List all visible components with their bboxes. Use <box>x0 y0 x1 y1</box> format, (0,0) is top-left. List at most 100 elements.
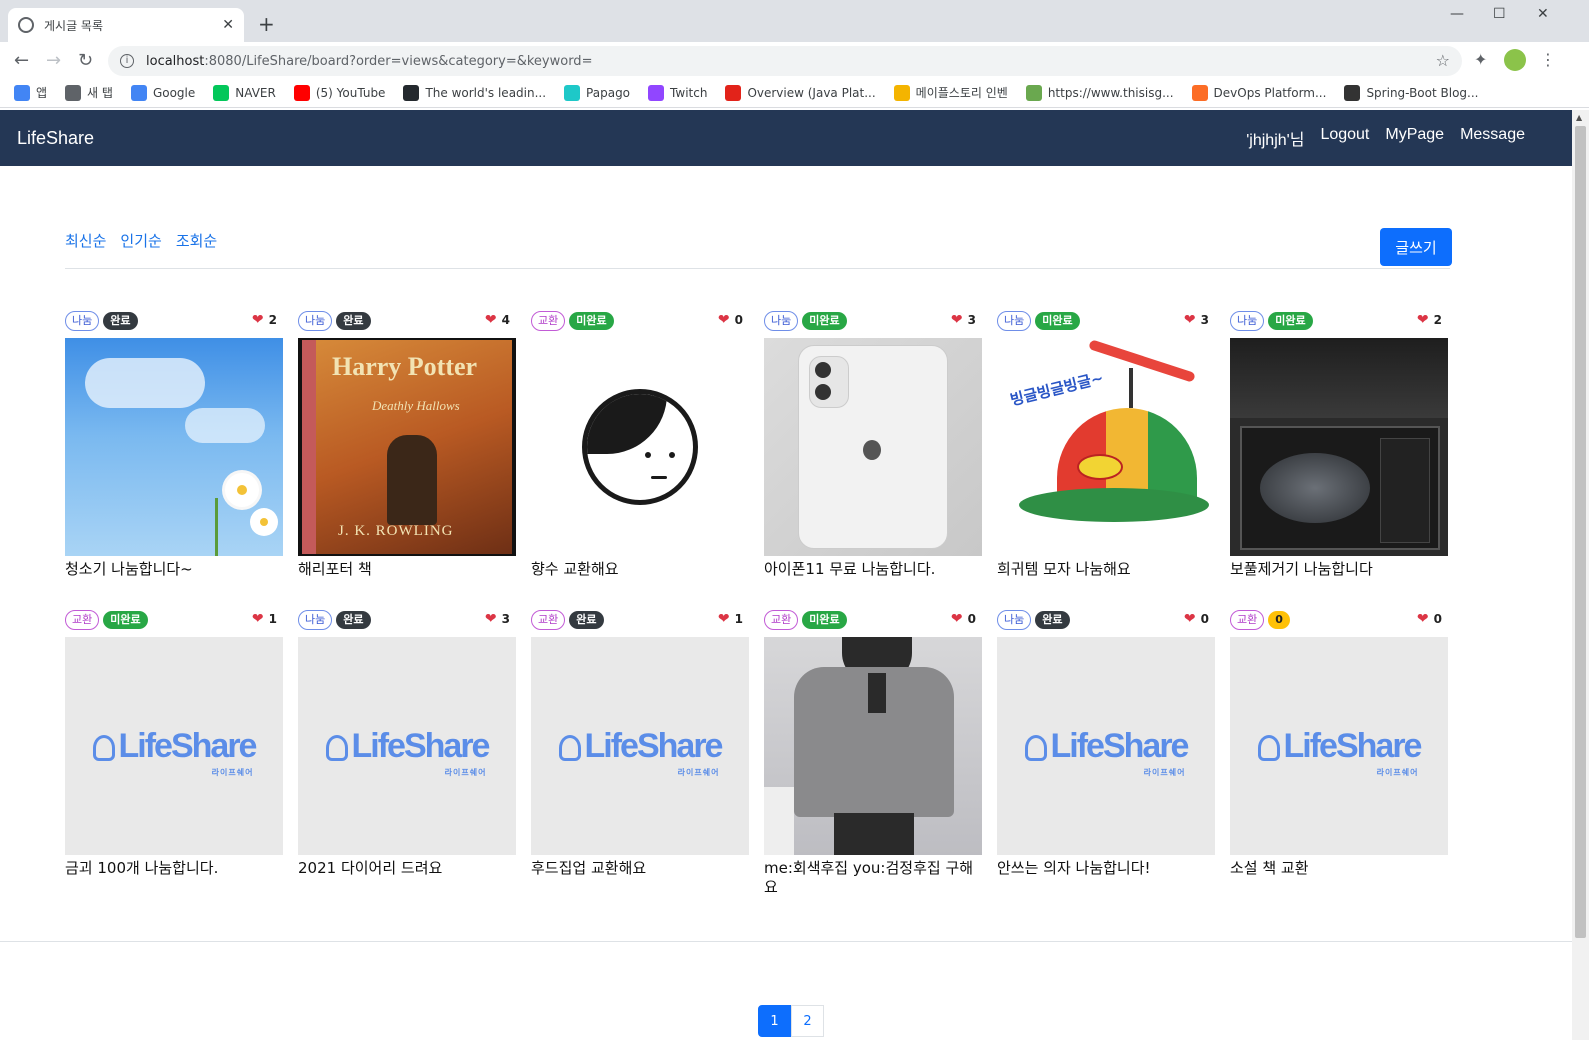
post-title[interactable]: 소설 책 교환 <box>1230 859 1448 878</box>
reload-icon[interactable]: ↻ <box>78 50 93 71</box>
scrollbar-thumb[interactable] <box>1575 126 1586 938</box>
post-card[interactable]: 교환 미완료 ❤ 0 me:회색후집 you:검정후집 구해요 <box>764 609 982 897</box>
post-thumbnail[interactable]: Harry Potter Deathly Hallows J. K. ROWLING <box>298 338 516 556</box>
sort-views-link[interactable]: 조회순 <box>176 230 217 251</box>
like-count[interactable]: ❤ 3 <box>1184 312 1209 328</box>
like-count[interactable]: ❤ 0 <box>951 611 976 627</box>
like-count[interactable]: ❤ 2 <box>1417 312 1442 328</box>
bookmark-item[interactable]: Overview (Java Plat... <box>725 84 876 101</box>
like-count[interactable]: ❤ 3 <box>485 611 510 627</box>
close-window-icon[interactable]: ✕ <box>1537 6 1549 22</box>
post-card[interactable]: 나눔 완료 ❤ 2 청소기 나눔합니다~ <box>65 310 283 579</box>
post-thumbnail[interactable]: LifeShare 라이프쉐어 <box>298 637 516 855</box>
post-thumbnail[interactable] <box>1230 338 1448 556</box>
post-title[interactable]: me:회색후집 you:검정후집 구해요 <box>764 859 982 897</box>
post-title[interactable]: 향수 교환해요 <box>531 560 749 579</box>
post-thumbnail[interactable]: LifeShare 라이프쉐어 <box>65 637 283 855</box>
site-brand[interactable]: LifeShare <box>17 128 94 149</box>
logout-link[interactable]: Logout <box>1320 126 1369 150</box>
maximize-icon[interactable]: ☐ <box>1493 6 1506 22</box>
post-thumbnail[interactable] <box>764 338 982 556</box>
heart-icon[interactable]: ❤ <box>1417 312 1429 328</box>
heart-icon[interactable]: ❤ <box>718 611 730 627</box>
post-thumbnail[interactable] <box>531 338 749 556</box>
post-title[interactable]: 금괴 100개 나눔합니다. <box>65 859 283 878</box>
post-thumbnail[interactable]: LifeShare 라이프쉐어 <box>1230 637 1448 855</box>
post-card[interactable]: 나눔 완료 ❤ 3 LifeShare 라이프쉐어 2021 다이어리 드려요 <box>298 609 516 878</box>
like-count[interactable]: ❤ 0 <box>718 312 743 328</box>
bookmark-item[interactable]: DevOps Platform... <box>1191 84 1326 101</box>
like-count[interactable]: ❤ 0 <box>1184 611 1209 627</box>
forward-icon[interactable]: → <box>46 50 61 71</box>
bookmark-item[interactable]: Spring-Boot Blog... <box>1344 84 1478 101</box>
bookmark-item[interactable]: 앱 <box>14 84 47 101</box>
post-thumbnail[interactable]: LifeShare 라이프쉐어 <box>997 637 1215 855</box>
heart-icon[interactable]: ❤ <box>951 611 963 627</box>
heart-icon[interactable]: ❤ <box>485 312 497 328</box>
like-count[interactable]: ❤ 0 <box>1417 611 1442 627</box>
address-bar[interactable]: i localhost:8080/LifeShare/board?order=v… <box>108 46 1462 76</box>
bookmark-item[interactable]: (5) YouTube <box>293 84 385 101</box>
post-thumbnail[interactable]: 빙글빙글빙글~ <box>997 338 1215 556</box>
write-post-button[interactable]: 글쓰기 <box>1380 228 1452 266</box>
message-link[interactable]: Message <box>1460 126 1525 150</box>
scroll-up-icon[interactable]: ▲ <box>1576 113 1582 122</box>
post-title[interactable]: 2021 다이어리 드려요 <box>298 859 516 878</box>
like-count[interactable]: ❤ 3 <box>951 312 976 328</box>
minimize-icon[interactable]: — <box>1450 6 1464 22</box>
post-card[interactable]: 교환 미완료 ❤ 0 향수 교환해요 <box>531 310 749 579</box>
post-card[interactable]: 나눔 미완료 ❤ 2 보풀제거기 나눔합니다 <box>1230 310 1448 579</box>
post-thumbnail[interactable] <box>764 637 982 855</box>
bookmark-item[interactable]: 메이플스토리 인벤 <box>893 84 1008 101</box>
post-title[interactable]: 희귀템 모자 나눔해요 <box>997 560 1215 579</box>
sort-latest-link[interactable]: 최신순 <box>65 230 106 251</box>
bookmark-item[interactable]: 새 탭 <box>65 84 113 101</box>
post-card[interactable]: 나눔 미완료 ❤ 3 아이폰11 무료 나눔합니다. <box>764 310 982 579</box>
heart-icon[interactable]: ❤ <box>1184 611 1196 627</box>
bookmark-item[interactable]: https://www.thisisg... <box>1025 84 1174 101</box>
like-count[interactable]: ❤ 4 <box>485 312 510 328</box>
post-card[interactable]: 나눔 완료 ❤ 0 LifeShare 라이프쉐어 안쓰는 의자 나눔합니다! <box>997 609 1215 878</box>
bookmark-star-icon[interactable]: ☆ <box>1436 51 1450 70</box>
new-tab-icon[interactable]: + <box>258 12 275 36</box>
post-card[interactable]: 나눔 미완료 ❤ 3 빙글빙글빙글~ 희귀템 모자 나눔해요 <box>997 310 1215 579</box>
post-title[interactable]: 청소기 나눔합니다~ <box>65 560 283 579</box>
heart-icon[interactable]: ❤ <box>252 611 264 627</box>
post-thumbnail[interactable] <box>65 338 283 556</box>
extensions-icon[interactable]: ✦ <box>1474 50 1487 69</box>
like-count[interactable]: ❤ 1 <box>718 611 743 627</box>
page-scrollbar[interactable]: ▲ <box>1572 110 1589 1040</box>
post-card[interactable]: 나눔 완료 ❤ 4 Harry Potter Deathly Hallows J. K. R… <box>298 310 516 579</box>
menu-icon[interactable]: ⋮ <box>1540 50 1556 69</box>
like-count[interactable]: ❤ 2 <box>252 312 277 328</box>
post-title[interactable]: 후드집업 교환해요 <box>531 859 749 878</box>
post-card[interactable]: 교환 0 ❤ 0 LifeShare 라이프쉐어 소설 책 교환 <box>1230 609 1448 878</box>
post-title[interactable]: 해리포터 책 <box>298 560 516 579</box>
bookmark-item[interactable]: Google <box>130 84 195 101</box>
bookmark-item[interactable]: Twitch <box>648 84 707 101</box>
sort-popular-link[interactable]: 인기순 <box>120 230 161 251</box>
bookmark-item[interactable]: Papago <box>564 84 630 101</box>
like-count[interactable]: ❤ 1 <box>252 611 277 627</box>
page-link[interactable]: 1 <box>758 1005 791 1037</box>
page-link[interactable]: 2 <box>791 1005 824 1037</box>
close-tab-icon[interactable]: ✕ <box>222 17 234 33</box>
back-icon[interactable]: ← <box>14 50 29 71</box>
post-thumbnail[interactable]: LifeShare 라이프쉐어 <box>531 637 749 855</box>
heart-icon[interactable]: ❤ <box>951 312 963 328</box>
info-icon[interactable]: i <box>120 54 134 68</box>
heart-icon[interactable]: ❤ <box>485 611 497 627</box>
post-card[interactable]: 교환 미완료 ❤ 1 LifeShare 라이프쉐어 금괴 100개 나눔합니다. <box>65 609 283 878</box>
heart-icon[interactable]: ❤ <box>1184 312 1196 328</box>
post-card[interactable]: 교환 완료 ❤ 1 LifeShare 라이프쉐어 후드집업 교환해요 <box>531 609 749 878</box>
profile-avatar[interactable] <box>1504 49 1526 71</box>
heart-icon[interactable]: ❤ <box>252 312 264 328</box>
mypage-link[interactable]: MyPage <box>1385 126 1444 150</box>
post-title[interactable]: 아이폰11 무료 나눔합니다. <box>764 560 982 579</box>
bookmark-item[interactable]: NAVER <box>213 84 276 101</box>
post-title[interactable]: 보풀제거기 나눔합니다 <box>1230 560 1448 579</box>
heart-icon[interactable]: ❤ <box>1417 611 1429 627</box>
bookmark-item[interactable]: The world's leadin... <box>403 84 546 101</box>
heart-icon[interactable]: ❤ <box>718 312 730 328</box>
post-title[interactable]: 안쓰는 의자 나눔합니다! <box>997 859 1215 878</box>
